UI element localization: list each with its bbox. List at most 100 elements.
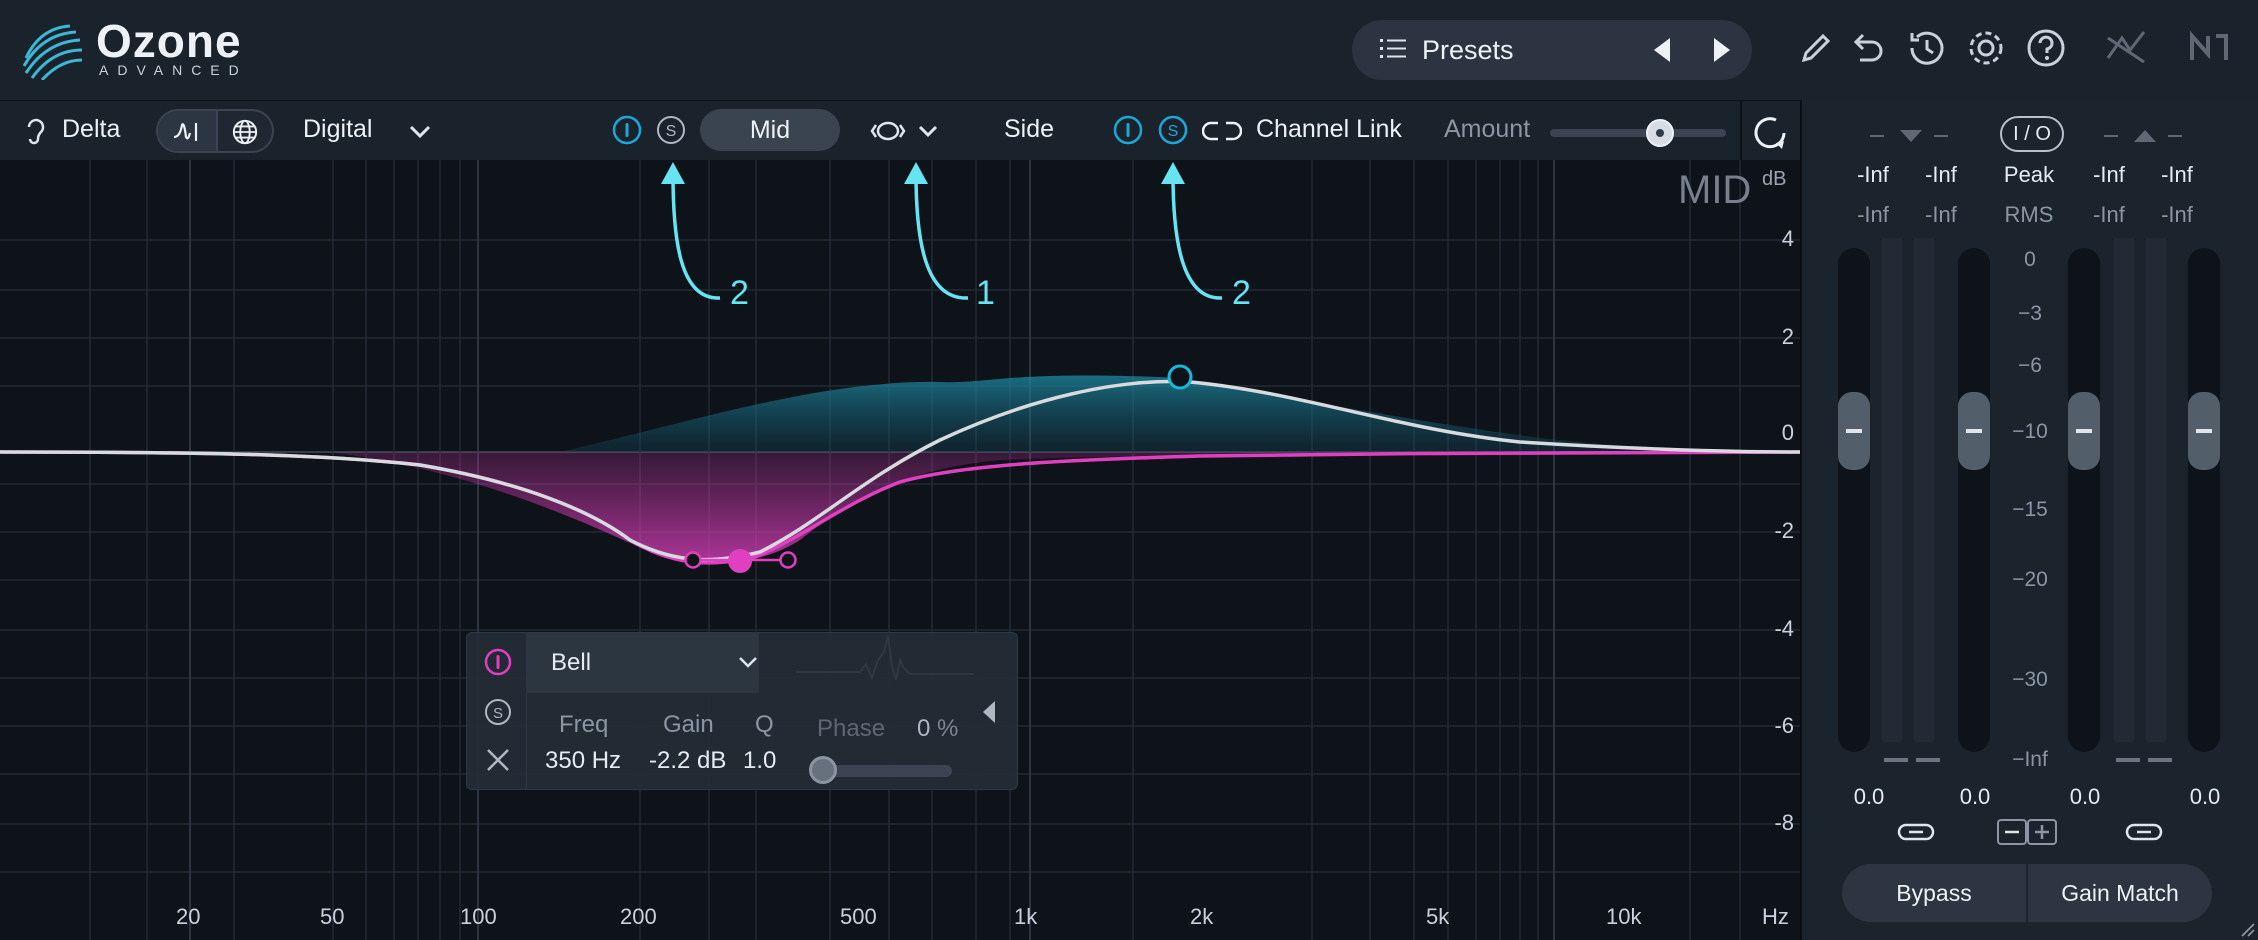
meter-scale-tick: −20 — [2012, 568, 2048, 591]
phase-value[interactable]: 0 — [917, 715, 930, 743]
refresh-icon[interactable] — [1748, 111, 1792, 155]
prev-preset-icon[interactable] — [1648, 36, 1676, 64]
signal-chain-icon[interactable] — [2102, 24, 2150, 72]
freq-grid — [89, 160, 1741, 940]
mode-select[interactable]: Digital — [303, 115, 372, 144]
side-channel-button[interactable]: Side — [1004, 115, 1054, 144]
fader-handle[interactable] — [2188, 392, 2220, 470]
mid-band-node[interactable] — [728, 549, 752, 573]
band-solo-icon[interactable]: S — [483, 697, 513, 727]
mid-band-handle-left[interactable] — [684, 551, 702, 569]
band-controls-column: S — [467, 633, 527, 789]
ear-icon[interactable] — [20, 114, 52, 146]
history-icon[interactable] — [1902, 24, 1950, 72]
side-band-node[interactable] — [1167, 364, 1193, 390]
q-value[interactable]: 1.0 — [743, 747, 776, 775]
mid-channel-button[interactable]: Mid — [700, 109, 840, 151]
gain-match-button[interactable]: Gain Match — [2028, 864, 2212, 922]
output-rms-right: -Inf — [2161, 202, 2193, 227]
pencil-icon[interactable] — [1792, 24, 1840, 72]
freq-tick: 200 — [620, 904, 657, 929]
band-delete-icon[interactable] — [483, 745, 513, 775]
delta-label[interactable]: Delta — [62, 115, 120, 144]
view-mode-toggle[interactable] — [156, 109, 274, 153]
meter-floor-marker — [2148, 758, 2172, 762]
mid-band-handle-right[interactable] — [779, 551, 797, 569]
db-tick: -4 — [1774, 616, 1794, 641]
db-tick: 4 — [1781, 226, 1794, 251]
svg-text:S: S — [666, 123, 677, 140]
phase-slider-knob[interactable] — [809, 756, 837, 784]
freq-tick: 2k — [1190, 904, 1214, 929]
gear-icon[interactable] — [1962, 24, 2010, 72]
resize-grip-icon[interactable] — [2238, 920, 2256, 938]
phase-unit: % — [937, 715, 959, 742]
freq-value[interactable]: 350 Hz — [545, 747, 621, 775]
globe-icon[interactable] — [230, 118, 260, 146]
input-gain-right-value[interactable]: 0.0 — [1950, 784, 2000, 810]
freq-unit: Hz — [1762, 904, 1789, 929]
meter-floor-marker — [2116, 758, 2140, 762]
undo-icon[interactable] — [1842, 24, 1890, 72]
meter-scale-tick: −Inf — [2012, 748, 2048, 771]
gain-stepper[interactable] — [1996, 818, 2058, 846]
output-peak-left: -Inf — [2093, 162, 2125, 187]
freq-tick: 100 — [460, 904, 497, 929]
output-meter-right — [2146, 238, 2166, 742]
amount-slider-track[interactable] — [1550, 129, 1726, 137]
bypass-button[interactable]: Bypass — [1842, 864, 2026, 922]
annotation-number: 2 — [1232, 274, 1251, 312]
db-tick: 2 — [1781, 324, 1794, 349]
freq-tick: 500 — [840, 904, 877, 929]
ozone-logo-icon — [22, 24, 83, 80]
io-toggle[interactable]: I / O — [2000, 116, 2064, 152]
fader-handle[interactable] — [1958, 392, 1990, 470]
meter-floor-marker — [1884, 758, 1908, 762]
curve-view-button[interactable] — [158, 111, 216, 151]
output-link-icon[interactable] — [2124, 820, 2164, 844]
side-power-icon[interactable] — [1112, 114, 1144, 146]
channel-link-label[interactable]: Channel Link — [1256, 115, 1402, 144]
output-gain-fader-left[interactable] — [2068, 248, 2100, 752]
meter-scale-tick: −6 — [2018, 354, 2042, 377]
mid-solo-icon[interactable]: S — [655, 114, 687, 146]
meter-scale-tick: 0 — [2024, 248, 2036, 271]
app-edition: ADVANCED — [99, 62, 248, 78]
output-gain-right-value[interactable]: 0.0 — [2180, 784, 2230, 810]
input-rms-right: -Inf — [1925, 202, 1957, 227]
meter-scale-tick: −3 — [2018, 302, 2042, 325]
eq-graph[interactable]: MID dB 4 2 0 -2 -4 -6 -8 20 50 100 200 5… — [0, 160, 1800, 940]
mid-side-chevron-icon[interactable] — [912, 116, 944, 148]
mid-side-mode-icon[interactable] — [870, 117, 906, 145]
channel-link-icon[interactable] — [1202, 119, 1242, 143]
help-icon[interactable] — [2022, 24, 2070, 72]
eq-toolbar: Delta Digital S Mid Side S Channel Link … — [0, 100, 1800, 161]
output-gain-fader-right[interactable] — [2188, 248, 2220, 752]
input-gain-fader-left[interactable] — [1838, 248, 1870, 752]
presets-bar[interactable]: Presets — [1352, 20, 1752, 80]
fader-handle[interactable] — [2068, 392, 2100, 470]
input-gain-left-value[interactable]: 0.0 — [1844, 784, 1894, 810]
output-peak-right: -Inf — [2161, 162, 2193, 187]
app-name: Ozone — [96, 15, 242, 67]
output-gain-left-value[interactable]: 0.0 — [2060, 784, 2110, 810]
side-solo-icon[interactable]: S — [1157, 114, 1189, 146]
fader-handle[interactable] — [1838, 392, 1870, 470]
presets-label: Presets — [1422, 35, 1514, 65]
input-link-icon[interactable] — [1896, 820, 1936, 844]
mid-band-fill — [330, 452, 1800, 564]
collapse-arrow-icon[interactable] — [979, 699, 999, 725]
band-power-icon[interactable] — [483, 647, 513, 677]
gain-value[interactable]: -2.2 dB — [649, 747, 726, 775]
eq-canvas[interactable] — [0, 160, 1800, 940]
chevron-down-icon[interactable] — [404, 116, 436, 148]
output-rms-left: -Inf — [2093, 202, 2125, 227]
next-preset-icon[interactable] — [1708, 36, 1736, 64]
ni-logo-icon[interactable] — [2186, 24, 2234, 72]
amount-slider-knob[interactable] — [1645, 119, 1674, 147]
meter-scale-tick: −15 — [2012, 498, 2048, 521]
freq-label: Freq — [559, 711, 609, 738]
input-gain-fader-right[interactable] — [1958, 248, 1990, 752]
mid-power-icon[interactable] — [611, 114, 643, 146]
filter-type-select[interactable]: Bell — [527, 633, 759, 693]
